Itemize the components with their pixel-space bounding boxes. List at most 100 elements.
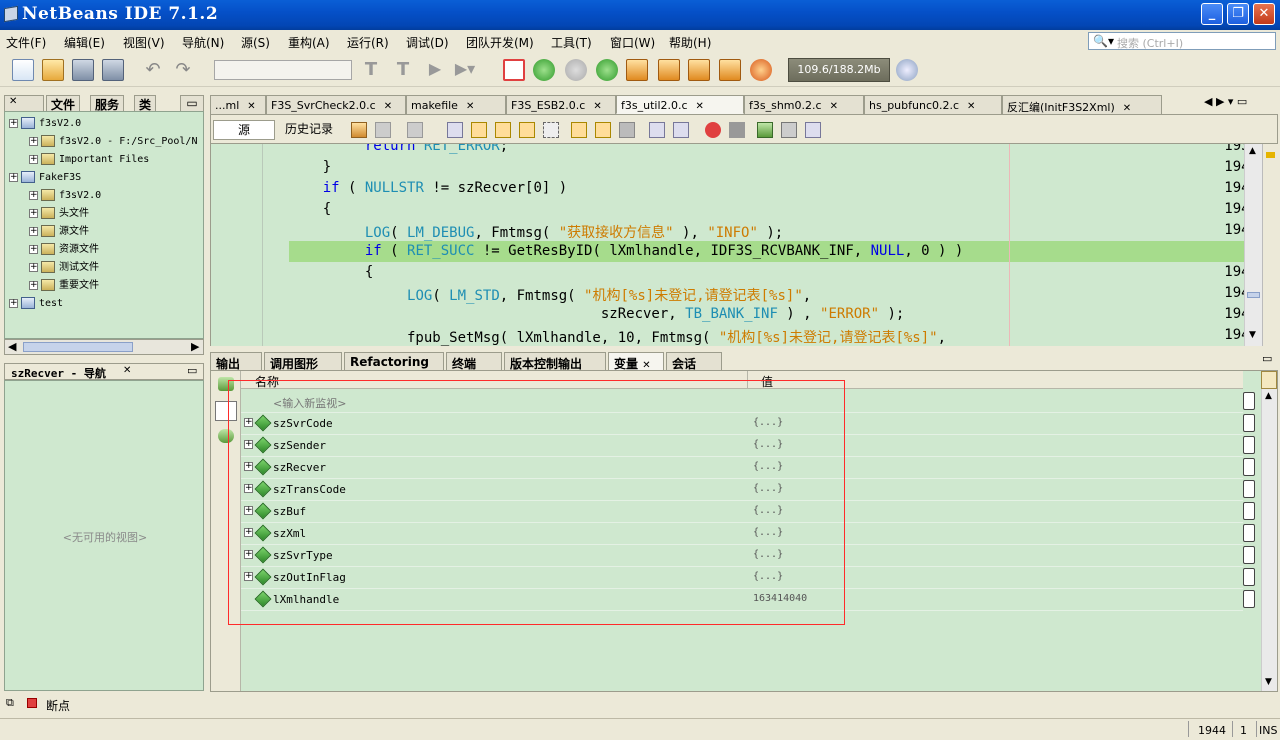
tab-output[interactable]: 输出	[210, 352, 262, 371]
value-edit-button[interactable]	[1243, 546, 1255, 564]
scroll-up-icon[interactable]: ▲	[1249, 146, 1256, 156]
navigator-close-icon[interactable]: ✕	[123, 365, 131, 376]
tab-services[interactable]: 服务	[90, 95, 125, 112]
line-number-gutter[interactable]	[211, 144, 263, 346]
shift-left-icon[interactable]	[649, 122, 665, 138]
step-out-icon[interactable]	[688, 59, 710, 81]
tab-terminal[interactable]: 终端	[446, 352, 502, 371]
horizontal-scrollbar[interactable]: ◀ ▶	[4, 339, 204, 355]
editor-vertical-scrollbar[interactable]: ▲ ▼	[1244, 144, 1262, 346]
tree-node[interactable]: + FakeF3S	[9, 168, 81, 185]
close-tab-icon[interactable]: ✕	[1123, 103, 1131, 114]
step-into-icon[interactable]	[658, 59, 680, 81]
minimize-pane-icon[interactable]: ▭	[187, 364, 197, 377]
menu-run[interactable]: 运行(R)	[347, 34, 389, 51]
editor-tab[interactable]: F3S_SvrCheck2.0.c ✕	[266, 95, 406, 114]
expand-icon[interactable]: +	[29, 244, 38, 254]
tab-scroll-icons[interactable]: ◀ ▶ ▾ ▭	[1204, 95, 1247, 108]
close-tab-icon[interactable]: ✕	[696, 101, 704, 112]
tab-vcs-output[interactable]: 版本控制输出	[504, 352, 606, 371]
menu-window[interactable]: 窗口(W)	[610, 34, 655, 51]
value-edit-button[interactable]	[1243, 458, 1255, 476]
menu-team[interactable]: 团队开发(M)	[466, 34, 534, 51]
column-chooser-icon[interactable]	[1261, 371, 1277, 389]
scroll-left-icon[interactable]: ◀	[8, 340, 16, 353]
find-icon[interactable]	[447, 122, 463, 138]
error-stripe[interactable]	[1262, 144, 1278, 346]
breakpoints-label[interactable]: 断点	[46, 697, 70, 714]
breakpoint-icon[interactable]	[27, 698, 37, 708]
stop-macro-icon[interactable]	[729, 122, 745, 138]
editor-tab[interactable]: makefile ✕	[406, 95, 506, 114]
memory-meter[interactable]: 109.6/188.2Mb	[788, 58, 890, 82]
clean-build-icon[interactable]: T	[392, 59, 414, 81]
menu-edit[interactable]: 编辑(E)	[64, 34, 105, 51]
expand-icon[interactable]: +	[29, 136, 38, 146]
restore-window-icon[interactable]: ⧉	[6, 696, 14, 710]
minimize-button[interactable]: _	[1201, 3, 1223, 25]
value-edit-button[interactable]	[1243, 414, 1255, 432]
tab-call-graph[interactable]: 调用图形	[264, 352, 342, 371]
find-previous-icon[interactable]	[471, 122, 487, 138]
scroll-up-icon[interactable]: ▲	[1265, 391, 1272, 401]
gc-icon[interactable]	[896, 59, 918, 81]
new-file-icon[interactable]	[12, 59, 34, 81]
expand-icon[interactable]: +	[9, 172, 18, 182]
editor-tab[interactable]: ...ml ✕	[210, 95, 266, 114]
value-edit-button[interactable]	[1243, 436, 1255, 454]
error-stripe-marker[interactable]	[1266, 152, 1275, 158]
menu-help[interactable]: 帮助(H)	[669, 34, 711, 51]
tree-node[interactable]: + f3sV2.0	[29, 186, 101, 203]
variables-vertical-scrollbar[interactable]: ▲ ▼	[1261, 389, 1277, 691]
apply-changes-icon[interactable]	[750, 59, 772, 81]
maximize-button[interactable]: ❐	[1227, 3, 1249, 25]
scroll-right-icon[interactable]: ▶	[191, 340, 199, 353]
expand-icon[interactable]: +	[29, 280, 38, 290]
comment-icon[interactable]	[757, 122, 773, 138]
close-tab-icon[interactable]: ✕	[593, 101, 601, 112]
tab-sessions[interactable]: 会话	[666, 352, 722, 371]
open-project-icon[interactable]	[72, 59, 94, 81]
expand-icon[interactable]: +	[29, 226, 38, 236]
expand-icon[interactable]: +	[29, 208, 38, 218]
expand-icon[interactable]: +	[9, 118, 18, 128]
source-mode-button[interactable]: 源	[213, 120, 275, 140]
stop-debug-icon[interactable]	[503, 59, 525, 81]
back-icon[interactable]	[375, 122, 391, 138]
history-mode-button[interactable]: 历史记录	[279, 120, 339, 140]
menu-source[interactable]: 源(S)	[241, 34, 270, 51]
value-edit-button[interactable]	[1243, 480, 1255, 498]
undo-icon[interactable]: ↶	[142, 59, 164, 81]
tree-node[interactable]: + 重要文件	[29, 276, 99, 293]
editor-tab-active[interactable]: f3s_util2.0.c ✕	[616, 95, 744, 114]
run-icon[interactable]: ▶	[424, 59, 446, 81]
scroll-down-icon[interactable]: ▼	[1265, 677, 1272, 687]
shift-right-icon[interactable]	[673, 122, 689, 138]
editor-tab[interactable]: f3s_shm0.2.c ✕	[744, 95, 864, 114]
code-editor[interactable]: 1939 1940 1941 1942 1943 ⇨ 1945 1946 194…	[210, 144, 1262, 346]
expand-icon[interactable]: +	[9, 298, 18, 308]
build-icon[interactable]: T	[360, 59, 382, 81]
tab-classes[interactable]: 类	[134, 95, 157, 112]
editor-tab[interactable]: hs_pubfunc0.2.c ✕	[864, 95, 1002, 114]
rect-select-icon[interactable]	[543, 122, 559, 138]
menu-tools[interactable]: 工具(T)	[551, 34, 592, 51]
redo-icon[interactable]: ↷	[172, 59, 194, 81]
expand-icon[interactable]: +	[29, 154, 38, 164]
expand-icon[interactable]: +	[29, 262, 38, 272]
scroll-down-icon[interactable]: ▼	[1249, 330, 1256, 340]
value-edit-button[interactable]	[1243, 524, 1255, 542]
save-all-icon[interactable]	[102, 59, 124, 81]
tab-refactoring[interactable]: Refactoring	[344, 352, 444, 370]
restart-icon[interactable]	[533, 59, 555, 81]
menu-navigate[interactable]: 导航(N)	[182, 34, 224, 51]
close-tab-icon[interactable]: ✕	[247, 101, 255, 112]
value-edit-button[interactable]	[1243, 502, 1255, 520]
tab-variables[interactable]: 变量 ✕	[608, 352, 664, 371]
last-edit-icon[interactable]	[351, 122, 367, 138]
editor-tab[interactable]: F3S_ESB2.0.c ✕	[506, 95, 616, 114]
toggle-highlight-icon[interactable]	[519, 122, 535, 138]
tree-node[interactable]: + test	[9, 294, 63, 311]
start-macro-icon[interactable]	[705, 122, 721, 138]
tree-node[interactable]: + f3sV2.0 - F:/Src_Pool/N	[29, 132, 197, 149]
